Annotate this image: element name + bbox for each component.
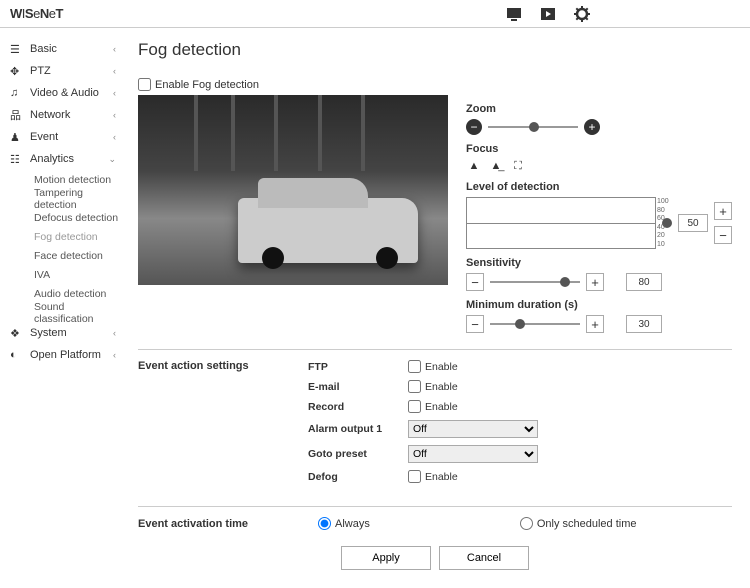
level-label: Level of detection [466,181,732,193]
zoom-slider[interactable] [488,126,578,128]
alarm-output-select[interactable]: Off [408,420,538,438]
email-label: E-mail [308,381,408,393]
chevron-left-icon: ‹ [113,328,116,338]
page-title: Fog detection [138,40,732,60]
alarm-output-label: Alarm output 1 [308,423,408,435]
minduration-plus-button[interactable]: + [586,315,604,333]
system-icon: ❖ [10,327,24,340]
defog-label: Defog [308,471,408,483]
sidebar-item-video-audio[interactable]: ♫Video & Audio‹ [10,82,124,104]
sidebar-item-system[interactable]: ❖System‹ [10,322,124,344]
network-icon: 品 [10,107,24,123]
chevron-down-icon: ⌄ [108,154,116,165]
play-icon[interactable] [540,7,556,21]
sensitivity-value: 80 [626,273,662,291]
activation-scheduled-radio[interactable] [520,517,533,530]
minduration-value: 30 [626,315,662,333]
list-icon: ☰ [10,43,24,56]
sidebar-sub-tampering[interactable]: Tampering detection [10,189,124,208]
minduration-label: Minimum duration (s) [466,299,732,311]
minduration-minus-button[interactable]: − [466,315,484,333]
enable-fog-checkbox[interactable] [138,78,151,91]
activation-scheduled-label: Only scheduled time [537,518,637,530]
sidebar: ☰Basic‹ ✥PTZ‹ ♫Video & Audio‹ 品Network‹ … [0,28,124,588]
chevron-left-icon: ‹ [113,132,116,142]
focus-auto-icon[interactable]: ⛶ [510,159,526,173]
zoom-plus-button[interactable]: + [584,119,600,135]
sidebar-sub-face[interactable]: Face detection [10,246,124,265]
cancel-button[interactable]: Cancel [439,546,529,570]
event-action-section-title: Event action settings [138,360,308,490]
sidebar-item-basic[interactable]: ☰Basic‹ [10,38,124,60]
goto-preset-label: Goto preset [308,448,408,460]
defog-enable-checkbox[interactable] [408,470,421,483]
sensitivity-slider[interactable] [490,281,580,283]
sidebar-item-ptz[interactable]: ✥PTZ‹ [10,60,124,82]
enable-fog-label: Enable Fog detection [155,79,259,91]
minduration-slider[interactable] [490,323,580,325]
sidebar-item-network[interactable]: 品Network‹ [10,104,124,126]
sidebar-item-open-platform[interactable]: ◐Open Platform‹ [10,344,124,366]
move-icon: ✥ [10,65,24,78]
goto-preset-select[interactable]: Off [408,445,538,463]
record-label: Record [308,401,408,413]
focus-far-icon[interactable]: ▲̲ [488,159,504,173]
chevron-left-icon: ‹ [113,88,116,98]
level-plus-button[interactable]: + [714,202,732,220]
focus-near-icon[interactable]: ▲ [466,159,482,173]
activation-always-radio[interactable] [318,517,331,530]
level-graph: 1008060402010 [466,197,656,249]
sensitivity-label: Sensitivity [466,257,732,269]
sidebar-sub-iva[interactable]: IVA [10,265,124,284]
sidebar-sub-fog[interactable]: Fog detection [10,227,124,246]
chevron-left-icon: ‹ [113,66,116,76]
sidebar-sub-sound[interactable]: Sound classification [10,303,124,322]
zoom-minus-button[interactable]: − [466,119,482,135]
gear-icon[interactable] [574,7,590,21]
chevron-left-icon: ‹ [113,350,116,360]
sidebar-item-analytics[interactable]: ☷Analytics⌄ [10,148,124,170]
activation-always-label: Always [335,518,370,530]
zoom-label: Zoom [466,103,732,115]
email-enable-checkbox[interactable] [408,380,421,393]
equalizer-icon: ♫ [10,87,24,99]
activation-section-title: Event activation time [138,518,308,530]
ftp-label: FTP [308,361,408,373]
sidebar-item-event[interactable]: ♟Event‹ [10,126,124,148]
sidebar-sub-defocus[interactable]: Defocus detection [10,208,124,227]
level-minus-button[interactable]: − [714,226,732,244]
ftp-enable-checkbox[interactable] [408,360,421,373]
sensitivity-minus-button[interactable]: − [466,273,484,291]
chevron-left-icon: ‹ [113,110,116,120]
chevron-left-icon: ‹ [113,44,116,54]
apply-button[interactable]: Apply [341,546,431,570]
focus-label: Focus [466,143,732,155]
brand-logo: WISeNeT [10,6,63,21]
video-preview [138,95,448,285]
monitor-icon[interactable] [506,7,522,21]
analytics-icon: ☷ [10,153,24,166]
record-enable-checkbox[interactable] [408,400,421,413]
open-platform-icon: ◐ [10,349,24,361]
sensitivity-plus-button[interactable]: + [586,273,604,291]
level-value: 50 [678,214,708,232]
event-icon: ♟ [10,131,24,144]
